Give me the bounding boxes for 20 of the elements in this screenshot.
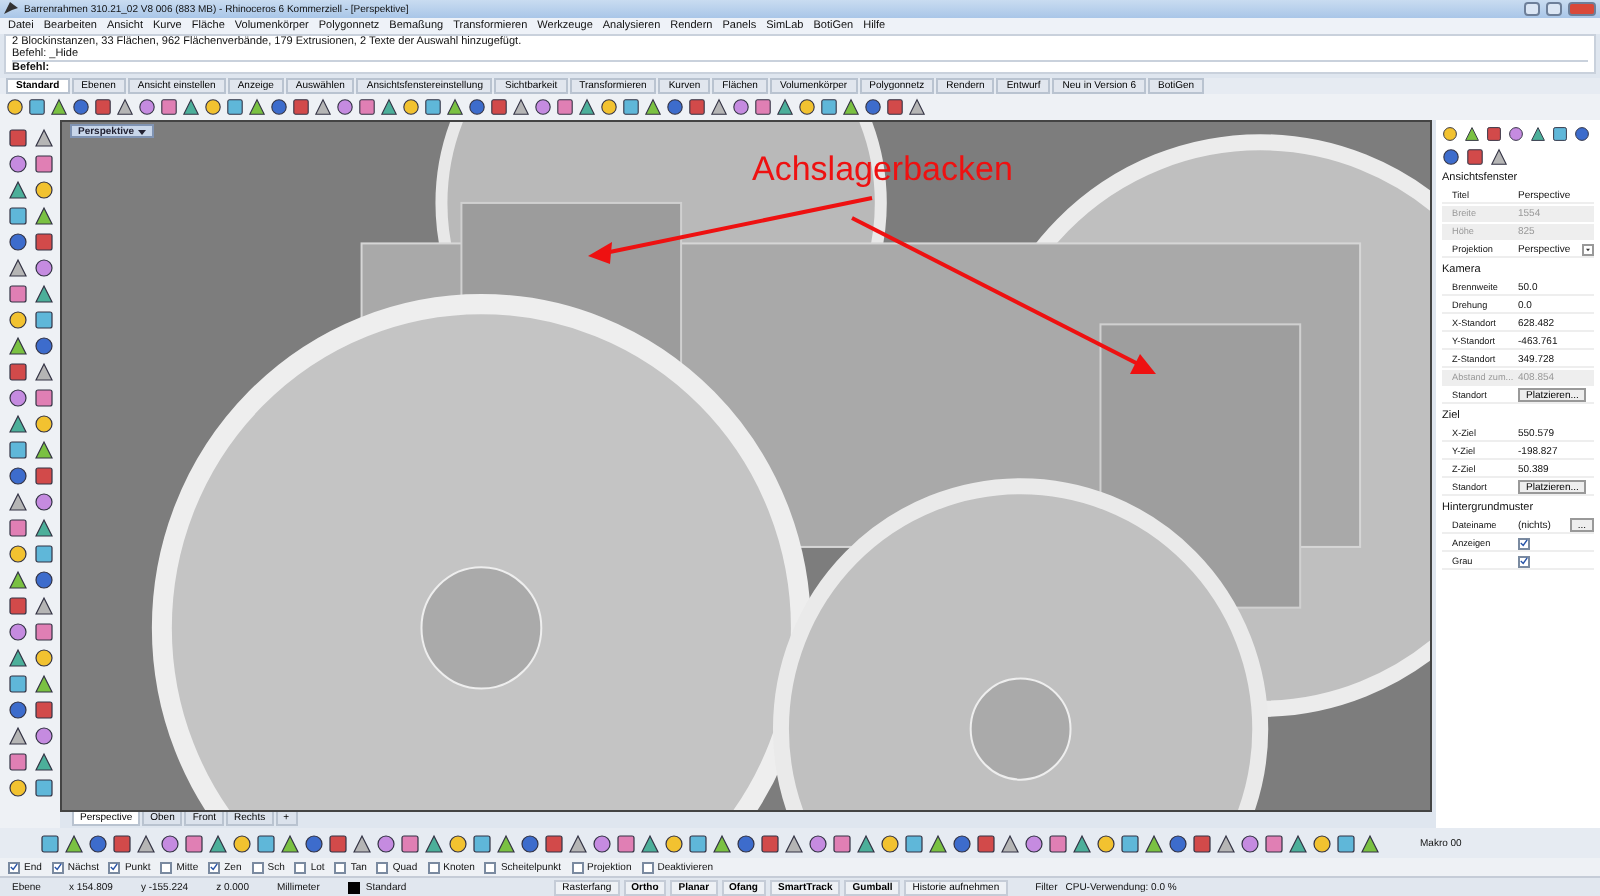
osnap-checkbox[interactable] xyxy=(571,861,583,873)
osnap-checkbox[interactable] xyxy=(208,861,221,873)
osnap-checkbox[interactable] xyxy=(376,861,389,873)
checkbox[interactable] xyxy=(1518,555,1530,567)
osnap-checkbox[interactable] xyxy=(641,861,654,873)
minimize-button[interactable] xyxy=(1524,2,1540,16)
osnap-checkbox[interactable] xyxy=(294,861,307,873)
annotation-label: Achslagerbacken xyxy=(752,150,1013,190)
checkbox[interactable] xyxy=(1518,537,1530,549)
osnap-checkbox[interactable] xyxy=(51,861,64,873)
osnap-checkbox[interactable] xyxy=(108,861,121,873)
osnap-checkbox[interactable] xyxy=(427,861,440,873)
dropdown-arrow-icon[interactable] xyxy=(138,127,147,135)
osnap-checkbox[interactable] xyxy=(8,861,20,873)
maximize-button[interactable] xyxy=(1546,2,1562,16)
osnap-checkbox[interactable] xyxy=(160,861,173,873)
osnap-checkbox[interactable] xyxy=(484,861,497,873)
osnap-checkbox[interactable] xyxy=(251,861,264,873)
layer-swatch xyxy=(347,881,360,893)
osnap-checkbox[interactable] xyxy=(334,861,347,873)
